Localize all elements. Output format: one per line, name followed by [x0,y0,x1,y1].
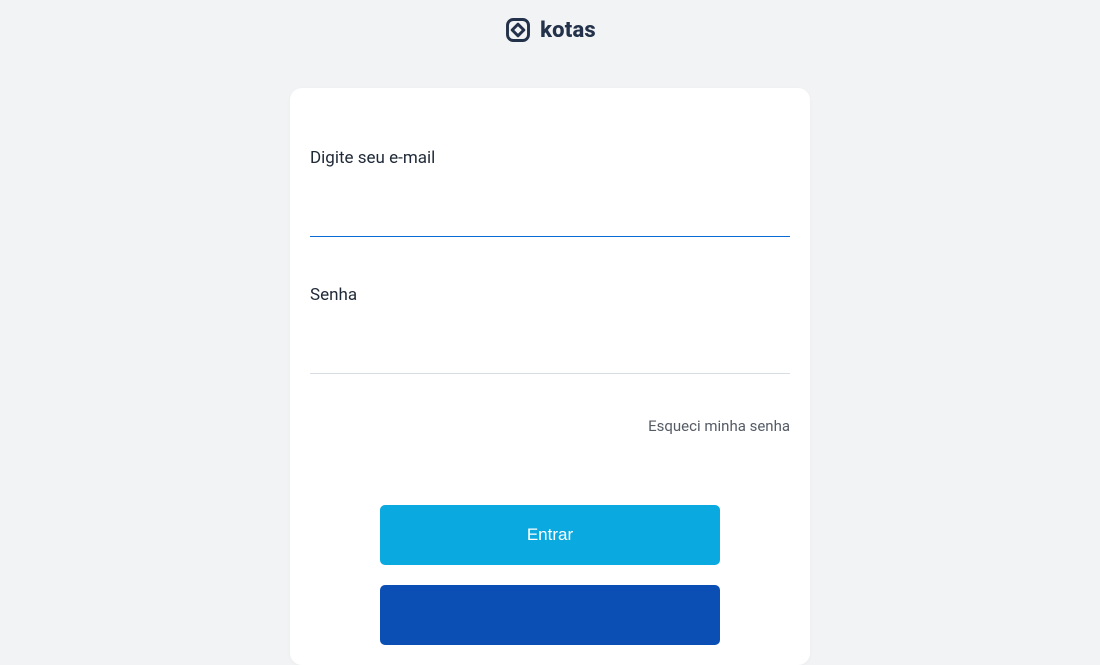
forgot-password-row: Esqueci minha senha [310,416,790,435]
forgot-password-link[interactable]: Esqueci minha senha [648,417,790,435]
email-field-group: Digite seu e-mail [310,148,790,237]
login-card: Digite seu e-mail Senha Esqueci minha se… [290,88,810,665]
secondary-login-button[interactable] [380,585,720,645]
password-input[interactable] [310,339,790,374]
password-field-group: Senha [310,285,790,374]
email-input[interactable] [310,202,790,237]
brand-logo: kotas [0,0,1100,58]
brand-name: kotas [540,18,596,43]
password-label: Senha [310,285,790,305]
email-label: Digite seu e-mail [310,148,790,168]
kotas-logo-icon [504,16,532,44]
login-button[interactable]: Entrar [380,505,720,565]
